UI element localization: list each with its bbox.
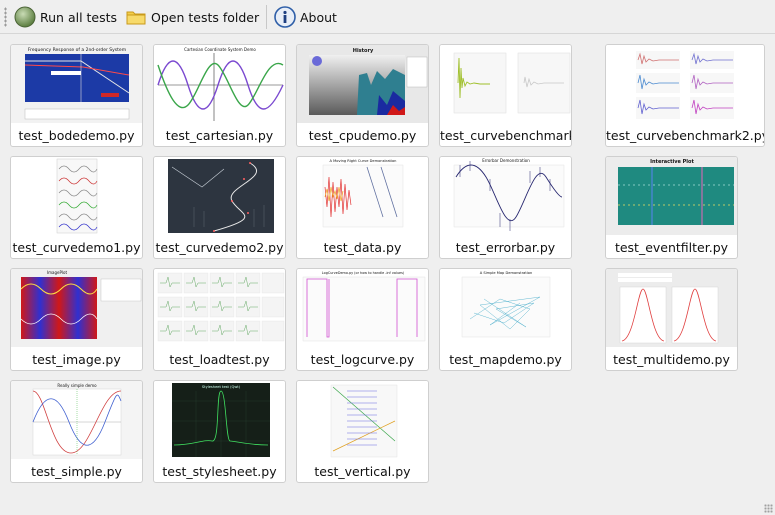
thumbnail-errorbar: Errorbar Demonstration: [440, 157, 571, 235]
test-card-loadtest[interactable]: test_loadtest.py: [153, 268, 286, 371]
test-caption: test_vertical.py: [314, 464, 411, 479]
test-card-curvedemo2[interactable]: test_curvedemo2.py: [153, 156, 286, 259]
test-caption: test_curvedemo2.py: [155, 240, 284, 255]
thumbnail-curvedemo2: [154, 157, 285, 235]
resize-grip[interactable]: [764, 504, 773, 513]
open-tests-folder-button[interactable]: Open tests folder: [125, 4, 259, 30]
test-card-curvebenchmark1[interactable]: test_curvebenchmark1.py: [439, 44, 572, 147]
thumbnail-bodedemo: Frequency Response of a 2nd-order System: [11, 45, 142, 123]
thumbnail-cartesian: Cartesian Coordinate System Demo: [154, 45, 285, 123]
thumb-title-cartesian: Cartesian Coordinate System Demo: [184, 47, 256, 52]
toolbar: Run all tests Open tests folder About: [0, 0, 775, 34]
thumb-title-errorbar: Errorbar Demonstration: [482, 158, 530, 163]
thumbnail-eventfilter: Interactive Plot: [606, 157, 737, 235]
thumb-title-bodedemo: Frequency Response of a 2nd-order System: [28, 47, 126, 53]
thumb-title-mapdemo: A Simple Map Demonstration: [480, 271, 533, 275]
test-caption: test_multidemo.py: [613, 352, 730, 367]
test-card-mapdemo[interactable]: A Simple Map Demonstration test_mapdemo.…: [439, 268, 572, 371]
thumbnail-vertical: [297, 381, 428, 459]
info-icon: [274, 6, 296, 28]
open-tests-folder-label: Open tests folder: [151, 9, 260, 25]
thumbnail-curvedemo1: [11, 157, 142, 235]
test-caption: test_curvedemo1.py: [12, 240, 141, 255]
test-caption: test_curvebenchmark1.py: [440, 128, 571, 143]
test-caption: test_loadtest.py: [169, 352, 270, 367]
thumbnail-data: A Moving Right Curve Demonstration: [297, 157, 428, 235]
thumb-title-stylesheet: Stylesheet test (Qwt): [202, 385, 241, 389]
test-caption: test_bodedemo.py: [18, 128, 135, 143]
thumbnail-mapdemo: A Simple Map Demonstration: [440, 269, 571, 347]
test-card-vertical[interactable]: test_vertical.py: [296, 380, 429, 483]
thumb-title-eventfilter: Interactive Plot: [650, 159, 694, 165]
test-caption: test_errorbar.py: [455, 240, 556, 255]
thumbnail-image: ImagePlot: [11, 269, 142, 347]
about-button[interactable]: About: [274, 4, 337, 30]
test-caption: test_data.py: [323, 240, 402, 255]
test-card-curvedemo1[interactable]: test_curvedemo1.py: [10, 156, 143, 259]
test-caption: test_curvebenchmark2.py: [606, 128, 765, 143]
test-caption: test_stylesheet.py: [162, 464, 277, 479]
test-card-errorbar[interactable]: Errorbar Demonstration test_errorbar.py: [439, 156, 572, 259]
test-card-eventfilter[interactable]: Interactive Plot test_eventfilter.py: [605, 156, 738, 259]
thumb-title-data: A Moving Right Curve Demonstration: [330, 159, 397, 163]
about-label: About: [300, 9, 337, 25]
thumbnail-logcurve: LogCurveDemo.py (or how to handle -inf v…: [297, 269, 428, 347]
test-caption: test_cpudemo.py: [308, 128, 417, 143]
run-icon: [14, 6, 36, 28]
test-card-image[interactable]: ImagePlot test_image.py: [10, 268, 143, 371]
thumbnail-stylesheet: Stylesheet test (Qwt): [154, 381, 285, 459]
run-all-tests-label: Run all tests: [40, 9, 118, 25]
test-caption: test_mapdemo.py: [449, 352, 562, 367]
toolbar-grip[interactable]: [4, 7, 7, 27]
thumb-title-simple: Really simple demo: [57, 383, 97, 388]
test-card-simple[interactable]: Really simple demo test_simple.py: [10, 380, 143, 483]
tests-grid: Frequency Response of a 2nd-order System…: [0, 35, 775, 515]
test-caption: test_cartesian.py: [165, 128, 274, 143]
thumbnail-simple: Really simple demo: [11, 381, 142, 459]
thumbnail-loadtest: [154, 269, 285, 347]
toolbar-separator: [266, 5, 267, 29]
test-caption: test_simple.py: [31, 464, 122, 479]
thumbnail-curvebenchmark2: [606, 45, 764, 123]
test-caption: test_eventfilter.py: [614, 240, 729, 255]
test-card-multidemo[interactable]: test_multidemo.py: [605, 268, 738, 371]
thumb-title-logcurve: LogCurveDemo.py (or how to handle -inf v…: [322, 271, 405, 275]
test-card-data[interactable]: A Moving Right Curve Demonstration test_…: [296, 156, 429, 259]
test-card-cartesian[interactable]: Cartesian Coordinate System Demo test_ca…: [153, 44, 286, 147]
test-card-bodedemo[interactable]: Frequency Response of a 2nd-order System…: [10, 44, 143, 147]
test-caption: test_logcurve.py: [310, 352, 415, 367]
test-card-curvebenchmark2[interactable]: test_curvebenchmark2.py: [605, 44, 765, 147]
thumbnail-multidemo: [606, 269, 737, 347]
folder-icon: [125, 6, 147, 28]
test-card-stylesheet[interactable]: Stylesheet test (Qwt) test_stylesheet.py: [153, 380, 286, 483]
test-card-cpudemo[interactable]: History test_cpudemo.py: [296, 44, 429, 147]
test-caption: test_image.py: [32, 352, 121, 367]
run-all-tests-button[interactable]: Run all tests: [14, 4, 117, 30]
thumb-title-image: ImagePlot: [47, 270, 67, 275]
thumb-title-cpudemo: History: [353, 48, 374, 54]
thumbnail-curvebenchmark1: [440, 45, 571, 123]
test-card-logcurve[interactable]: LogCurveDemo.py (or how to handle -inf v…: [296, 268, 429, 371]
thumbnail-cpudemo: History: [297, 45, 428, 123]
